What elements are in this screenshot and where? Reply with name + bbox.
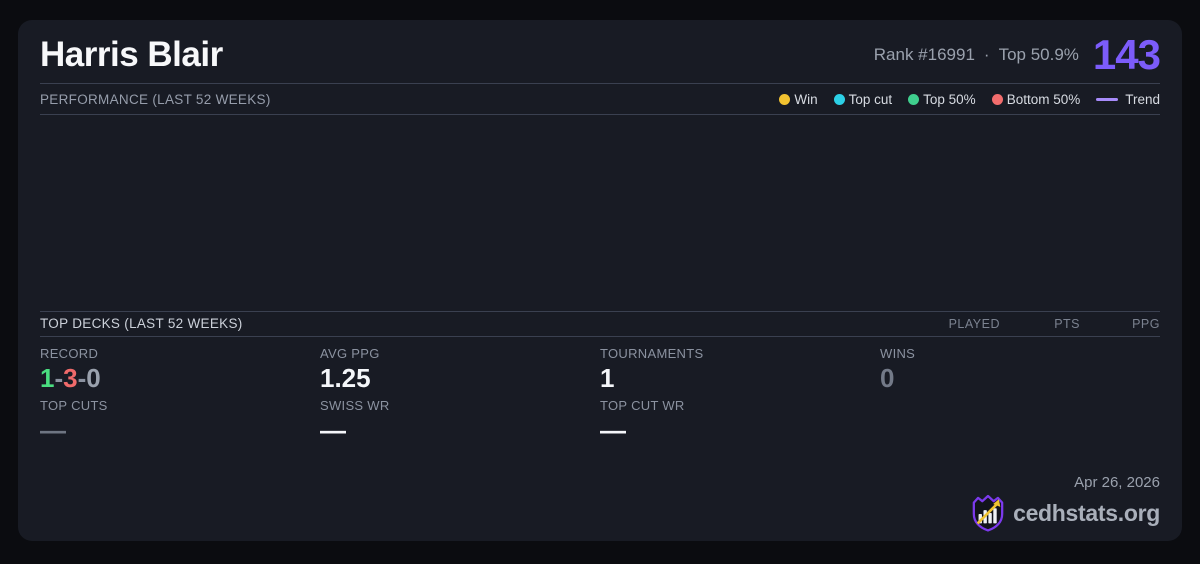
bottom50-dot-icon: [991, 93, 1003, 105]
column-header-pts: PTS: [1054, 316, 1080, 331]
record-value: 1-3-0: [40, 362, 320, 393]
top-decks-title: TOP DECKS (LAST 52 WEEKS): [40, 316, 243, 331]
top-decks-header-row: TOP DECKS (LAST 52 WEEKS) PLAYED PTS PPG: [40, 312, 1160, 337]
legend-item-trend: Trend: [1096, 92, 1160, 107]
stat-label: AVG PPG: [320, 345, 380, 361]
stat-record: RECORD 1-3-0: [40, 346, 320, 398]
swiss-wr-value: —: [320, 414, 346, 445]
card-footer: Apr 26, 2026 cedhstats.org: [971, 474, 1160, 532]
record-separator: -: [77, 362, 87, 393]
stat-label: SWISS WR: [320, 397, 390, 413]
column-header-ppg: PPG: [1132, 316, 1160, 331]
card-header: Harris Blair Rank #16991 · Top 50.9% 143: [40, 20, 1161, 84]
stat-top-cuts: TOP CUTS —: [40, 398, 320, 542]
legend-item-bottom50: Bottom 50%: [991, 91, 1081, 107]
record-losses: 3: [63, 362, 78, 393]
stat-swiss-wr: SWISS WR —: [320, 398, 600, 542]
record-separator: -: [54, 362, 64, 393]
performance-header-row: PERFORMANCE (LAST 52 WEEKS) Win Top cut …: [40, 84, 1160, 115]
legend-label: Bottom 50%: [1006, 91, 1081, 107]
legend-item-top-cut: Top cut: [833, 91, 893, 107]
rating-value: 143: [1092, 30, 1161, 78]
stat-wins: WINS 0: [880, 346, 1160, 398]
stats-grid: RECORD 1-3-0 AVG PPG 1.25 TOURNAMENTS 1 …: [40, 337, 1160, 542]
site-name: cedhstats.org: [1013, 499, 1160, 526]
footer-date: Apr 26, 2026: [1074, 474, 1160, 491]
player-name: Harris Blair: [40, 34, 223, 74]
legend-item-top50: Top 50%: [908, 92, 976, 107]
legend-item-win: Win: [779, 91, 818, 107]
column-header-played: PLAYED: [948, 316, 1000, 331]
record-draws: 0: [86, 362, 101, 393]
performance-chart-plot-area: [40, 115, 1160, 312]
player-stats-card: Harris Blair Rank #16991 · Top 50.9% 143…: [18, 20, 1182, 541]
performance-title: PERFORMANCE (LAST 52 WEEKS): [40, 91, 271, 107]
top-percent-text: Top 50.9%: [998, 44, 1079, 64]
stat-tournaments: TOURNAMENTS 1: [600, 346, 880, 398]
wins-value: 0: [880, 362, 895, 393]
trend-line-icon: [1096, 97, 1119, 101]
dot-separator: ·: [983, 44, 990, 64]
record-wins: 1: [40, 362, 55, 393]
rank-rating-group: Rank #16991 · Top 50.9% 143: [874, 30, 1161, 79]
stat-label: TOP CUT WR: [600, 397, 685, 413]
legend-label: Top cut: [848, 91, 893, 107]
top-decks-columns: PLAYED PTS PPG: [920, 317, 1160, 331]
brand-row: cedhstats.org: [971, 494, 1160, 532]
top50-dot-icon: [908, 93, 920, 105]
chart-legend: Win Top cut Top 50% Bottom 50% Trend: [779, 92, 1160, 107]
tournaments-value: 1: [600, 362, 615, 393]
legend-label: Win: [794, 91, 818, 107]
top-cut-dot-icon: [833, 93, 845, 105]
legend-label: Trend: [1125, 91, 1160, 107]
top-cut-wr-value: —: [600, 414, 626, 445]
stat-label: TOURNAMENTS: [600, 345, 704, 361]
stat-label: RECORD: [40, 345, 99, 361]
stat-top-cut-wr: TOP CUT WR —: [600, 398, 880, 542]
win-dot-icon: [779, 93, 791, 105]
stat-avg-ppg: AVG PPG 1.25: [320, 346, 600, 398]
rank-line: Rank #16991 · Top 50.9%: [874, 45, 1079, 65]
stat-label: TOP CUTS: [40, 397, 108, 413]
cedhstats-shield-logo-icon: [972, 494, 1004, 532]
legend-label: Top 50%: [923, 91, 976, 107]
top-cuts-value: —: [40, 414, 66, 445]
avg-ppg-value: 1.25: [320, 362, 371, 393]
rank-text: Rank #16991: [873, 44, 975, 64]
stat-label: WINS: [880, 345, 916, 361]
